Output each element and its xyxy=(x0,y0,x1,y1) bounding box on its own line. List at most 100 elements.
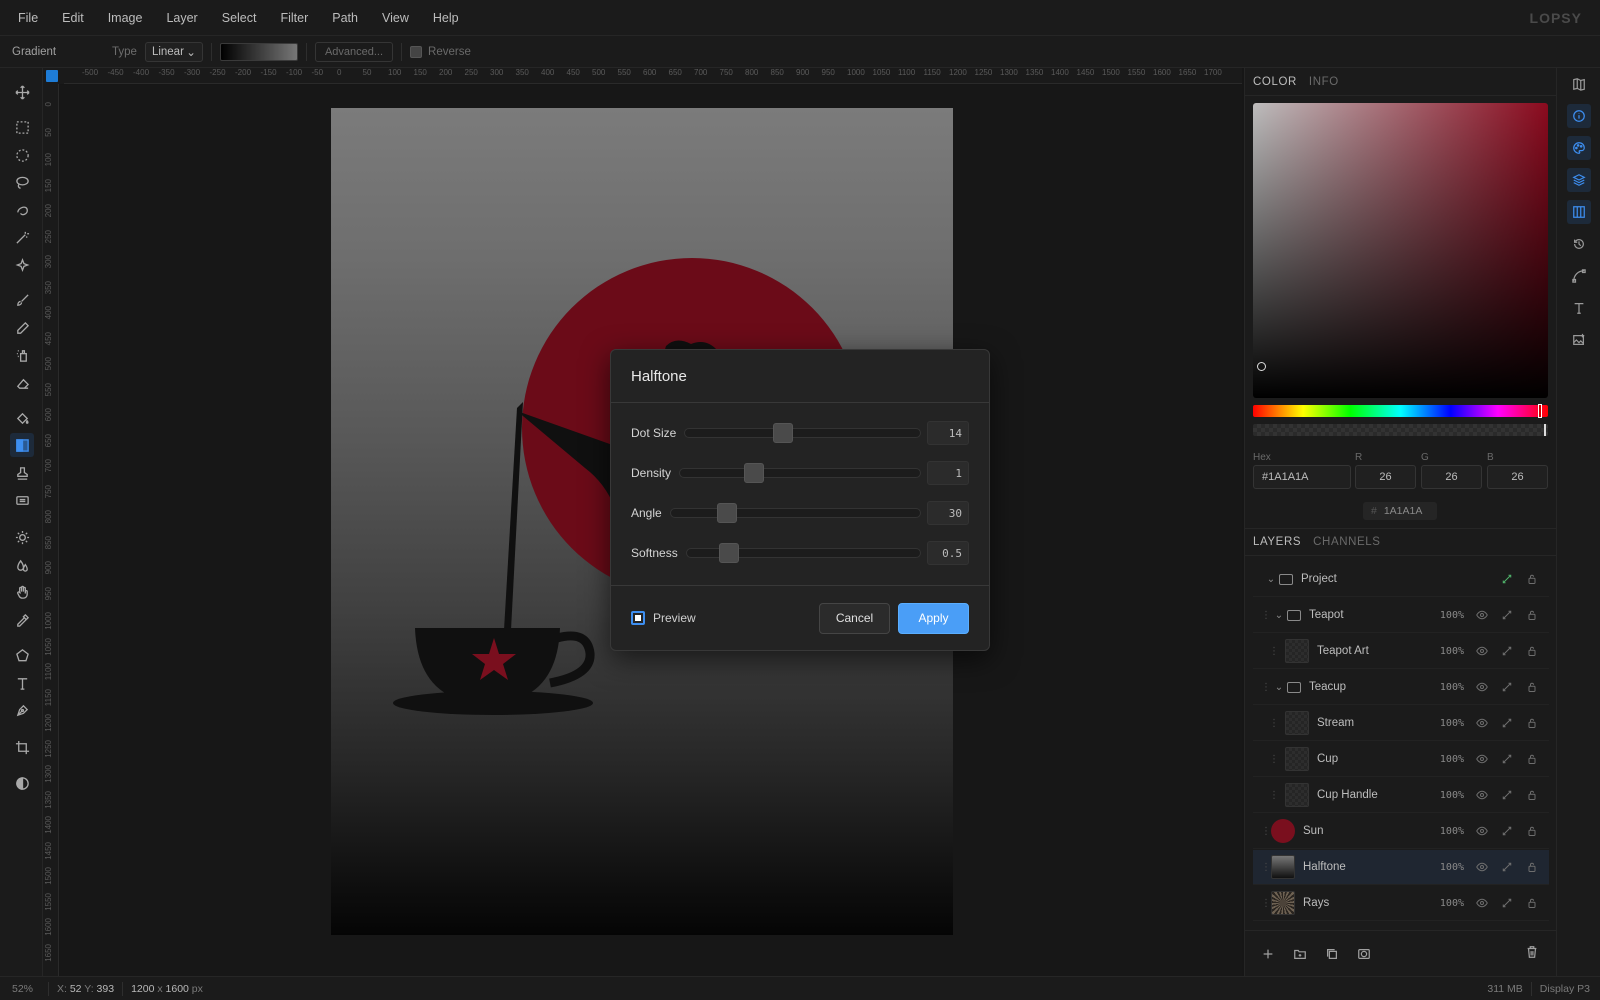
lock-icon[interactable] xyxy=(1524,715,1540,731)
visibility-eye-icon[interactable] xyxy=(1474,859,1490,875)
duplicate-layer-icon[interactable] xyxy=(1323,945,1341,963)
lasso-icon[interactable] xyxy=(10,170,34,194)
b-input[interactable]: 26 xyxy=(1487,465,1548,489)
navigator-icon[interactable] xyxy=(1567,72,1591,96)
layer-effects-icon[interactable] xyxy=(1499,751,1515,767)
layer-opacity[interactable]: 100% xyxy=(1430,826,1464,837)
tab-channels[interactable]: CHANNELS xyxy=(1313,536,1380,548)
menu-select[interactable]: Select xyxy=(210,11,269,25)
layer-opacity[interactable]: 100% xyxy=(1430,646,1464,657)
drag-handle-icon[interactable]: ⋮ xyxy=(1269,718,1279,729)
layer-effects-icon[interactable] xyxy=(1499,787,1515,803)
gradient-preview-swatch[interactable] xyxy=(219,42,298,61)
ruler-corner[interactable] xyxy=(43,68,64,84)
brush-icon[interactable] xyxy=(10,288,34,312)
type-icon[interactable] xyxy=(10,671,34,695)
preview-checkbox[interactable] xyxy=(631,611,645,625)
polygon-icon[interactable] xyxy=(10,643,34,667)
softness-slider-handle[interactable] xyxy=(718,543,739,563)
crop-icon[interactable] xyxy=(10,735,34,759)
drag-handle-icon[interactable]: ⋮ xyxy=(1261,862,1271,873)
paint-bucket-icon[interactable] xyxy=(10,406,34,430)
eyedropper-icon[interactable] xyxy=(10,608,34,632)
layer-opacity[interactable]: 100% xyxy=(1430,862,1464,873)
lock-icon[interactable] xyxy=(1524,643,1540,659)
color-palette-icon[interactable] xyxy=(1567,136,1591,160)
dot-size-slider-handle[interactable] xyxy=(773,423,794,443)
dot-size-value-input[interactable]: 14 xyxy=(927,421,969,445)
drag-handle-icon[interactable]: ⋮ xyxy=(1269,646,1279,657)
magic-wand-icon[interactable] xyxy=(10,225,34,249)
apply-button[interactable]: Apply xyxy=(898,602,969,634)
visibility-eye-icon[interactable] xyxy=(1474,643,1490,659)
layer-effects-icon[interactable] xyxy=(1499,571,1515,587)
layer-row-sun[interactable]: ⋮ Sun 100% xyxy=(1253,814,1549,849)
delete-layer-icon[interactable] xyxy=(1525,945,1543,963)
object-select-icon[interactable] xyxy=(10,253,34,277)
chevron-down-icon[interactable]: ⌄ xyxy=(1271,682,1287,693)
layer-row-stream[interactable]: ⋮ Stream 100% xyxy=(1253,706,1549,741)
layer-effects-icon[interactable] xyxy=(1499,895,1515,911)
eraser-icon[interactable] xyxy=(10,371,34,395)
layer-opacity[interactable]: 100% xyxy=(1430,610,1464,621)
angle-slider-handle[interactable] xyxy=(716,503,737,523)
zoom-level[interactable]: 52% xyxy=(0,983,40,995)
paths-icon[interactable] xyxy=(1567,264,1591,288)
lock-icon[interactable] xyxy=(1524,571,1540,587)
layer-row-teacup[interactable]: ⋮ ⌄ Teacup 100% xyxy=(1253,670,1549,705)
layer-opacity[interactable]: 100% xyxy=(1430,790,1464,801)
visibility-eye-icon[interactable] xyxy=(1474,715,1490,731)
add-layer-icon[interactable] xyxy=(1259,945,1277,963)
r-input[interactable]: 26 xyxy=(1355,465,1416,489)
lock-icon[interactable] xyxy=(1524,607,1540,623)
info-icon[interactable] xyxy=(1567,104,1591,128)
lock-icon[interactable] xyxy=(1524,895,1540,911)
patch-icon[interactable] xyxy=(10,488,34,512)
layer-effects-icon[interactable] xyxy=(1499,859,1515,875)
density-value-input[interactable]: 1 xyxy=(927,461,969,485)
lock-icon[interactable] xyxy=(1524,787,1540,803)
layer-opacity[interactable]: 100% xyxy=(1430,898,1464,909)
advanced-button[interactable]: Advanced... xyxy=(314,41,394,62)
spray-icon[interactable] xyxy=(10,343,34,367)
color-picker-handle[interactable] xyxy=(1257,362,1266,371)
quick-select-icon[interactable] xyxy=(10,198,34,222)
layer-opacity[interactable]: 100% xyxy=(1430,754,1464,765)
lock-icon[interactable] xyxy=(1524,859,1540,875)
softness-value-input[interactable]: 0.5 xyxy=(927,541,969,565)
lock-icon[interactable] xyxy=(1524,823,1540,839)
gradient-icon[interactable] xyxy=(10,433,34,457)
visibility-eye-icon[interactable] xyxy=(1474,787,1490,803)
layer-row-teapot[interactable]: ⋮ ⌄ Teapot 100% xyxy=(1253,598,1549,633)
saturation-value-field[interactable] xyxy=(1253,103,1548,398)
layer-opacity[interactable]: 100% xyxy=(1430,718,1464,729)
menu-filter[interactable]: Filter xyxy=(268,11,320,25)
contrast-icon[interactable] xyxy=(10,771,34,795)
drag-handle-icon[interactable]: ⋮ xyxy=(1261,682,1271,693)
drag-handle-icon[interactable]: ⋮ xyxy=(1269,754,1279,765)
move-icon[interactable] xyxy=(10,80,34,104)
menu-edit[interactable]: Edit xyxy=(50,11,96,25)
hand-icon[interactable] xyxy=(10,580,34,604)
tab-info[interactable]: INFO xyxy=(1309,76,1339,88)
drag-handle-icon[interactable]: ⋮ xyxy=(1261,826,1271,837)
visibility-eye-icon[interactable] xyxy=(1474,679,1490,695)
pencil-icon[interactable] xyxy=(10,316,34,340)
g-input[interactable]: 26 xyxy=(1421,465,1482,489)
layer-effects-icon[interactable] xyxy=(1499,643,1515,659)
image-adjust-icon[interactable] xyxy=(1567,328,1591,352)
reverse-checkbox[interactable] xyxy=(410,45,423,58)
dodge-icon[interactable] xyxy=(10,525,34,549)
density-slider[interactable] xyxy=(679,463,921,483)
drag-handle-icon[interactable]: ⋮ xyxy=(1269,790,1279,801)
layer-row-cup[interactable]: ⋮ Cup 100% xyxy=(1253,742,1549,777)
menu-path[interactable]: Path xyxy=(320,11,370,25)
layer-opacity[interactable]: 100% xyxy=(1430,682,1464,693)
reverse-toggle[interactable]: Reverse xyxy=(410,45,471,58)
marquee-rect-icon[interactable] xyxy=(10,115,34,139)
layer-row-cup-handle[interactable]: ⋮ Cup Handle 100% xyxy=(1253,778,1549,813)
layers-icon[interactable] xyxy=(1567,168,1591,192)
character-icon[interactable] xyxy=(1567,296,1591,320)
menu-help[interactable]: Help xyxy=(421,11,471,25)
layer-effects-icon[interactable] xyxy=(1499,607,1515,623)
